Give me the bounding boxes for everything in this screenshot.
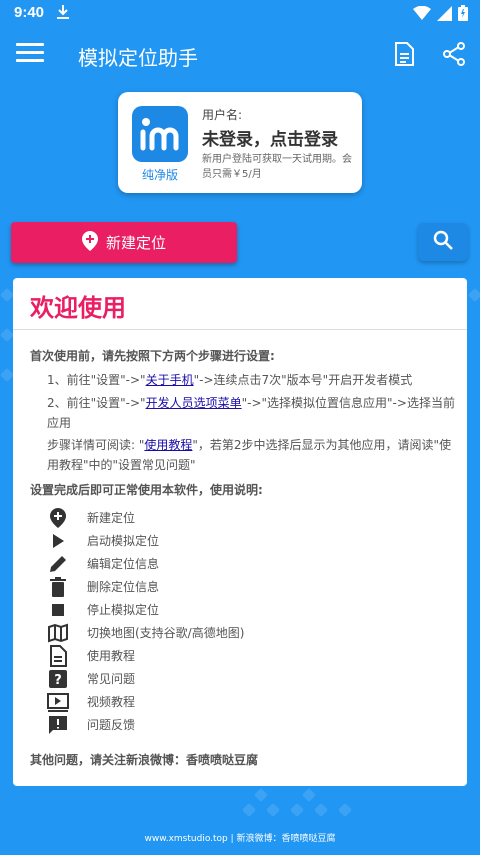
- wifi-icon: [413, 5, 431, 25]
- divider: [13, 329, 467, 330]
- other-issues-text: 其他问题，请关注新浪微博：香喷喷哒豆腐: [30, 753, 259, 767]
- app-title: 模拟定位助手: [78, 46, 198, 70]
- feature-item: 视频教程: [46, 690, 346, 713]
- menu-button[interactable]: [16, 43, 44, 67]
- footer-text: www.xmstudio.top | 新浪微博：香喷喷哒豆腐: [144, 834, 336, 844]
- trash-icon: [46, 576, 70, 598]
- decor-dot: [337, 802, 353, 818]
- decor-dot: [467, 287, 480, 303]
- decor-dot: [301, 787, 317, 803]
- step-2-prefix: 2、前往"设置"->": [47, 396, 146, 410]
- svg-text:?: ?: [54, 673, 62, 688]
- login-status[interactable]: 未登录，点击登录: [202, 125, 338, 150]
- step-1-prefix: 1、前往"设置"->": [47, 373, 146, 387]
- step-1-suffix: "->连续点击7次"版本号"开启开发者模式: [193, 373, 413, 387]
- feature-item: 编辑定位信息: [46, 552, 346, 575]
- decor-dot: [289, 802, 305, 818]
- decor-dot: [253, 787, 269, 803]
- step-1: 1、前往"设置"->"关于手机"->连续点击7次"版本号"开启开发者模式: [47, 370, 457, 390]
- play-icon: [46, 530, 70, 552]
- feature-label: 使用教程: [87, 649, 136, 663]
- video-icon: [46, 691, 70, 713]
- feature-item: 停止模拟定位: [46, 598, 346, 621]
- pencil-icon: [46, 553, 70, 575]
- feature-label: 启动模拟定位: [87, 534, 160, 548]
- step-detail-prefix: 步骤详情可阅读: ": [47, 438, 145, 452]
- battery-icon: [458, 5, 468, 26]
- username-label: 用户名:: [202, 108, 243, 122]
- feature-item: ? 常见问题: [46, 667, 346, 690]
- feature-label: 切换地图(支持谷歌/高德地图): [87, 626, 245, 640]
- new-location-label: 新建定位: [105, 234, 166, 252]
- step-2: 2、前往"设置"->"开发人员选项菜单"->"选择模拟位置信息应用"->选择当前…: [47, 393, 457, 433]
- usage-title: 设置完成后即可正常使用本软件，使用说明:: [30, 483, 263, 497]
- about-phone-link[interactable]: 关于手机: [146, 373, 194, 387]
- add-location-icon: [46, 507, 70, 529]
- search-icon: [433, 230, 453, 254]
- feature-item: 新建定位: [46, 506, 346, 529]
- decor-dot: [0, 367, 15, 383]
- decor-dot: [241, 802, 257, 818]
- download-icon: [56, 4, 70, 25]
- edition-label: 纯净版: [141, 168, 178, 182]
- tutorial-link[interactable]: 使用教程: [144, 438, 192, 452]
- feedback-icon: [46, 714, 70, 736]
- feature-label: 停止模拟定位: [87, 603, 160, 617]
- decor-dot: [313, 802, 329, 818]
- decor-dot: [0, 327, 15, 343]
- new-location-button[interactable]: 新建定位: [11, 222, 237, 263]
- stop-icon: [46, 599, 70, 621]
- feature-label: 删除定位信息: [87, 580, 160, 594]
- welcome-card: 欢迎使用 首次使用前，请先按照下方两个步骤进行设置: 1、前往"设置"->"关于…: [13, 278, 467, 786]
- add-location-icon: [81, 230, 98, 255]
- app-bar: 模拟定位助手: [0, 26, 480, 84]
- decor-dot: [265, 802, 281, 818]
- share-button[interactable]: [441, 41, 467, 67]
- feature-item: 启动模拟定位: [46, 529, 346, 552]
- decor-dot: [0, 287, 15, 303]
- developer-options-link[interactable]: 开发人员选项菜单: [146, 396, 242, 410]
- membership-note: 新用户登陆可获取一天试用期。会员只需￥5/月: [202, 154, 352, 180]
- app-logo: [132, 106, 188, 162]
- search-button[interactable]: [418, 223, 468, 261]
- feature-item: 切换地图(支持谷歌/高德地图): [46, 621, 346, 644]
- feature-item: 删除定位信息: [46, 575, 346, 598]
- status-time: 9:40: [14, 4, 45, 21]
- feature-label: 视频教程: [87, 695, 136, 709]
- feature-label: 问题反馈: [87, 718, 136, 732]
- feature-label: 新建定位: [87, 511, 136, 525]
- question-icon: ?: [46, 668, 70, 690]
- document-button[interactable]: [392, 41, 416, 67]
- document-icon: [46, 644, 70, 667]
- intro-text: 首次使用前，请先按照下方两个步骤进行设置:: [30, 349, 275, 363]
- feature-item: 问题反馈: [46, 713, 346, 736]
- feature-label: 常见问题: [87, 672, 136, 686]
- signal-icon: [437, 5, 452, 26]
- map-icon: [46, 622, 70, 644]
- feature-item: 使用教程: [46, 644, 346, 667]
- user-login-card[interactable]: 纯净版 用户名: 未登录，点击登录 新用户登陆可获取一天试用期。会员只需￥5/月: [118, 92, 362, 193]
- feature-label: 编辑定位信息: [87, 557, 160, 571]
- welcome-title: 欢迎使用: [30, 294, 126, 322]
- step-detail: 步骤详情可阅读: "使用教程"，若第2步中选择后显示为其他应用，请阅读"使用教程…: [47, 435, 457, 475]
- status-bar: 9:40: [0, 0, 480, 26]
